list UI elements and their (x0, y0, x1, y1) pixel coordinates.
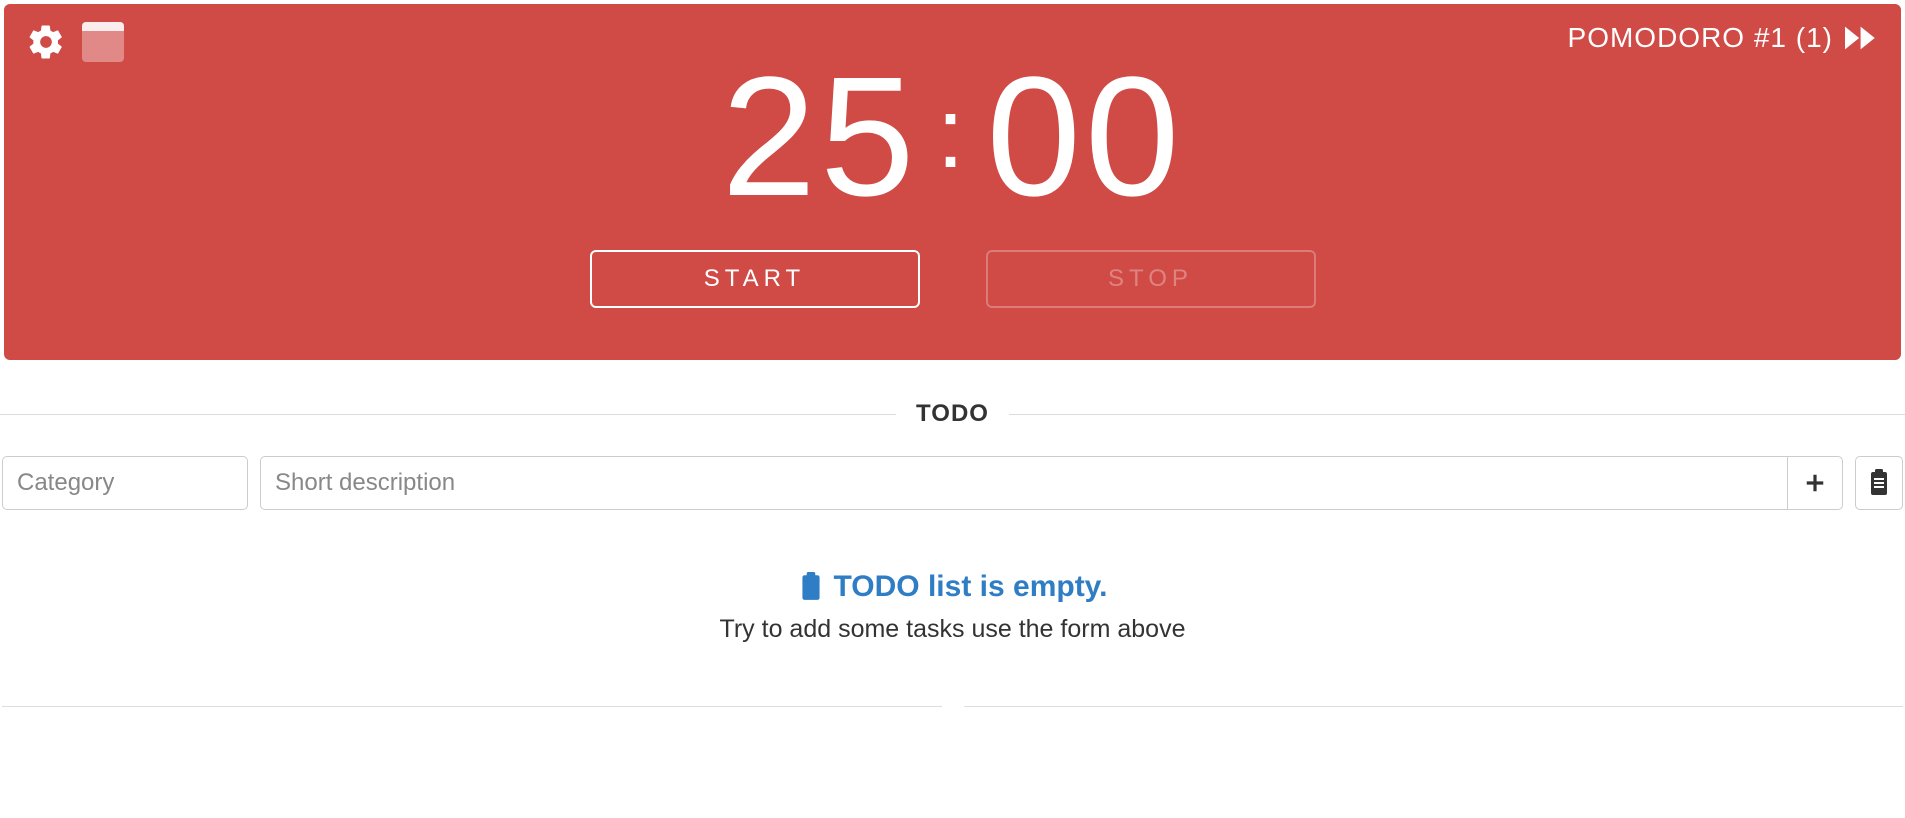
top-left-controls (26, 22, 124, 62)
description-input[interactable] (260, 456, 1787, 510)
bottom-divider (0, 706, 1905, 707)
calendar-icon (82, 22, 124, 62)
divider-line (2, 706, 942, 707)
top-right-controls: POMODORO #1 (1) (1568, 22, 1879, 54)
settings-button[interactable] (26, 22, 66, 62)
timer-colon: : (919, 77, 987, 189)
divider-line (964, 706, 1904, 707)
clipboard-button[interactable] (1855, 456, 1903, 510)
divider-line (0, 414, 896, 415)
clipboard-icon (798, 572, 824, 602)
timer-seconds: 00 (986, 42, 1183, 232)
plus-icon (1804, 472, 1826, 494)
add-task-button[interactable] (1787, 456, 1843, 510)
calendar-button[interactable] (82, 22, 124, 62)
timer-buttons: START STOP (26, 250, 1879, 308)
todo-input-row (0, 456, 1905, 510)
start-button[interactable]: START (590, 250, 920, 308)
fast-forward-icon (1845, 24, 1879, 52)
description-group (260, 456, 1843, 510)
skip-button[interactable] (1845, 24, 1879, 52)
clipboard-icon (1867, 469, 1891, 497)
stop-button[interactable]: STOP (986, 250, 1316, 308)
todo-section-title: TODO (896, 400, 1009, 428)
todo-section-header: TODO (0, 400, 1905, 428)
empty-state: TODO list is empty. Try to add some task… (0, 570, 1905, 644)
timer-panel: POMODORO #1 (1) 25:00 START STOP (4, 4, 1901, 360)
gear-icon (26, 22, 66, 62)
empty-state-subtitle: Try to add some tasks use the form above (0, 615, 1905, 644)
empty-state-title-row: TODO list is empty. (798, 570, 1108, 604)
timer-minutes: 25 (722, 42, 919, 232)
divider-line (1009, 414, 1905, 415)
session-label: POMODORO #1 (1) (1568, 22, 1833, 54)
empty-state-title: TODO list is empty. (834, 570, 1108, 604)
category-input[interactable] (2, 456, 248, 510)
timer-display: 25:00 (26, 52, 1879, 222)
